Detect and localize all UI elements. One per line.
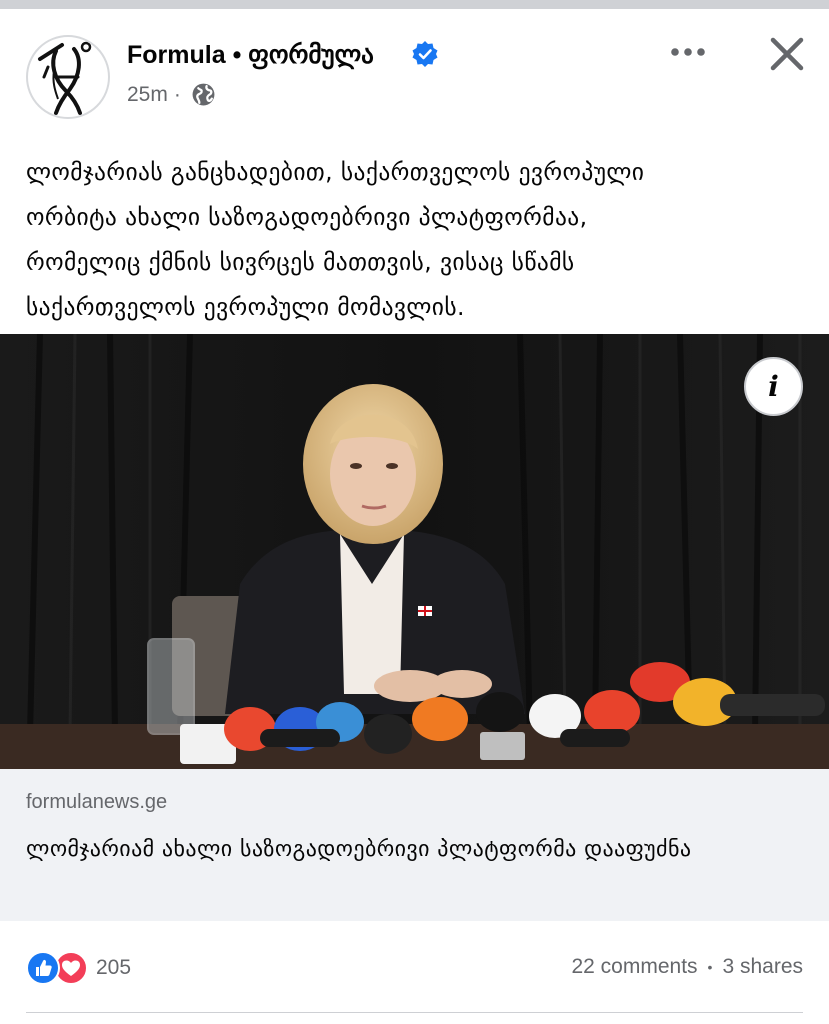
post-text-line: ორბიტა ახალი საზოგადოებრივი პლატფორმაა,	[26, 203, 588, 231]
meta-separator: ·	[173, 82, 181, 106]
comments-count[interactable]: 22 comments	[571, 955, 697, 979]
top-strip	[0, 0, 829, 9]
reaction-count: 205	[96, 956, 132, 979]
formula-logo-icon	[38, 41, 92, 115]
post-time[interactable]: 25m	[127, 83, 168, 107]
link-preview-card[interactable]: formulanews.ge ლომჯარიამ ახალი საზოგადოე…	[0, 769, 829, 921]
close-button[interactable]	[762, 29, 812, 79]
page-avatar[interactable]	[26, 35, 110, 119]
link-title[interactable]: ლომჯარიამ ახალი საზოგადოებრივი პლატფორმა…	[26, 829, 806, 871]
info-button[interactable]: i	[744, 357, 803, 416]
post-text-line: რომელიც ქმნის სივრცეს მათთვის, ვისაც სწა…	[26, 248, 575, 276]
verified-badge-icon	[412, 41, 438, 67]
post-text-line: საქართველოს ევროპული მომავლის.	[26, 293, 465, 321]
post-photo[interactable]	[0, 334, 829, 769]
press-conference-image	[0, 334, 829, 769]
engagement-separator: •	[707, 959, 713, 975]
more-icon	[671, 48, 705, 56]
like-icon	[26, 951, 60, 985]
divider	[26, 1012, 803, 1013]
page-name[interactable]: Formula • ფორმულა	[127, 40, 374, 70]
link-domain: formulanews.ge	[26, 791, 168, 813]
reactions-summary[interactable]: 205	[26, 950, 131, 986]
engagement-counts: 22 comments • 3 shares	[571, 955, 803, 979]
more-options-button[interactable]	[664, 37, 712, 67]
post-text: ლომჯარიას განცხადებით, საქართველოს ევროპ…	[26, 150, 816, 330]
post-text-line: ლომჯარიას განცხადებით, საქართველოს ევროპ…	[26, 158, 645, 186]
post-header: Formula • ფორმულა 25m ·	[0, 9, 829, 134]
globe-icon	[192, 83, 215, 106]
close-icon	[770, 37, 804, 71]
shares-count[interactable]: 3 shares	[722, 955, 803, 979]
post-meta: 25m ·	[127, 82, 216, 107]
